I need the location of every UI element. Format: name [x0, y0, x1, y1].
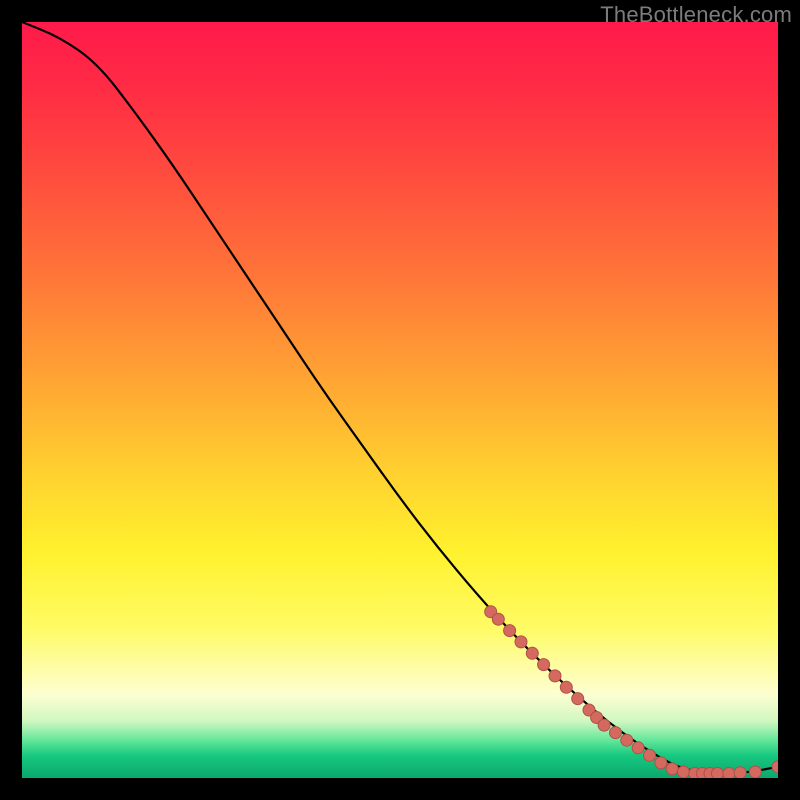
data-marker — [572, 693, 584, 705]
data-marker — [549, 670, 561, 682]
data-marker — [610, 727, 622, 739]
chart-overlay — [22, 22, 778, 778]
data-marker — [560, 681, 572, 693]
data-marker — [538, 659, 550, 671]
data-marker — [666, 763, 678, 775]
plot-area — [22, 22, 778, 778]
data-marker — [734, 767, 746, 778]
data-marker — [515, 636, 527, 648]
data-marker — [492, 613, 504, 625]
curve-line — [22, 22, 778, 773]
data-marker — [723, 768, 735, 779]
data-marker — [598, 719, 610, 731]
data-marker — [644, 749, 656, 761]
data-marker — [632, 742, 644, 754]
data-marker — [749, 766, 761, 778]
curve-markers — [485, 606, 778, 778]
data-marker — [678, 766, 690, 778]
data-marker — [504, 625, 516, 637]
chart-frame: TheBottleneck.com — [0, 0, 800, 800]
data-marker — [772, 761, 778, 773]
data-marker — [526, 647, 538, 659]
data-marker — [655, 757, 667, 769]
data-marker — [712, 768, 724, 779]
data-marker — [621, 734, 633, 746]
